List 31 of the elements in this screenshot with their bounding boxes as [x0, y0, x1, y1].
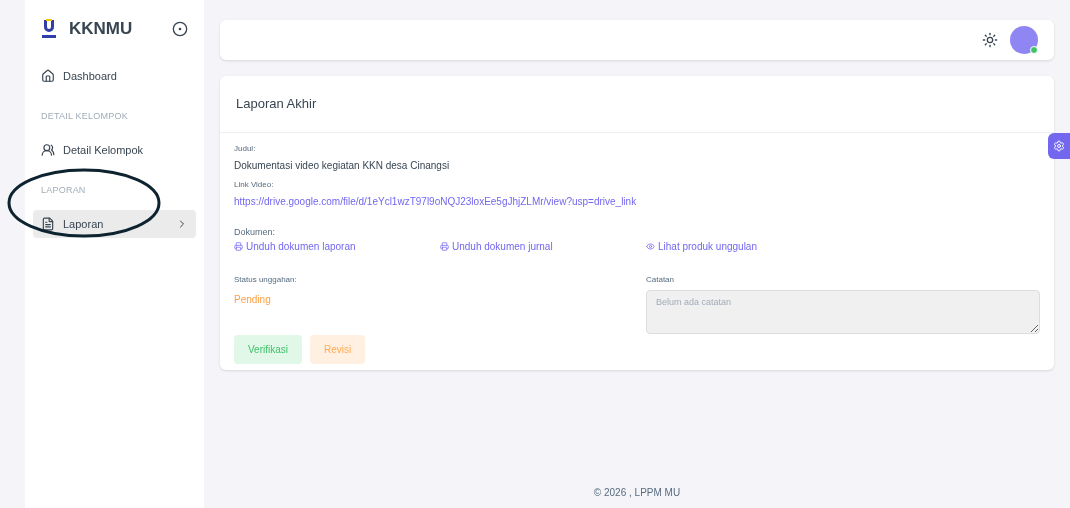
- title-value: Dokumentasi video kegiatan KKN desa Cinangsi: [234, 158, 451, 173]
- sidebar-item[interactable]: Detail Kelompok: [33, 135, 196, 164]
- video-link[interactable]: https://drive.google.com/file/d/1eYcl1wzT97l9oNQJ23loxEe5gJhjZLMr/view?usp=drive_link: [234, 193, 1040, 209]
- field-label: Link Video:: [234, 178, 275, 191]
- document-link[interactable]: Lihat produk unggulan: [646, 239, 1040, 254]
- brand-name: KKNMU: [69, 18, 133, 40]
- document-icon: [41, 216, 55, 231]
- document-link[interactable]: Unduh dokumen laporan: [234, 239, 440, 254]
- document-link[interactable]: Unduh dokumen jurnal: [440, 239, 646, 254]
- avatar[interactable]: [1010, 26, 1038, 54]
- field-label: Catatan: [646, 274, 676, 286]
- house-icon: [41, 68, 55, 83]
- status-value: Pending: [234, 293, 272, 307]
- sidebar-item[interactable]: Laporan: [33, 209, 196, 238]
- footer-text: © 2026 , LPPM MU: [592, 486, 682, 500]
- card-title: Laporan Akhir: [220, 76, 1054, 133]
- printer-icon: [440, 242, 449, 251]
- printer-icon: [234, 242, 243, 251]
- section-heading: LAPORAN: [40, 184, 87, 197]
- settings-tab[interactable]: [1048, 133, 1070, 159]
- people-icon: [41, 142, 55, 157]
- section-heading: DETAIL KELOMPOK: [40, 110, 129, 123]
- collapse-toggle-icon[interactable]: [172, 20, 188, 37]
- settings-icon: [1053, 140, 1065, 152]
- sidebar-item[interactable]: Dashboard: [33, 61, 196, 90]
- theme-toggle-icon[interactable]: [982, 32, 998, 48]
- eye-icon: [646, 242, 655, 251]
- field-label: Judul:: [234, 142, 257, 155]
- field-label: Dokumen:: [234, 225, 277, 239]
- logo-icon: [41, 18, 57, 39]
- field-label: Status unggahan:: [234, 274, 298, 286]
